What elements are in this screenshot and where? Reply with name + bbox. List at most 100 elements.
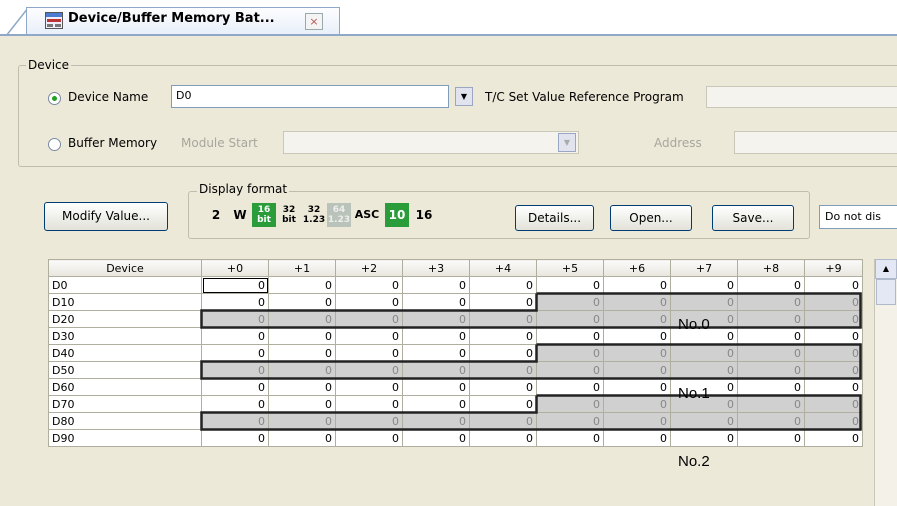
value-cell[interactable]: 0 xyxy=(201,361,269,379)
column-header[interactable]: +9 xyxy=(804,259,863,277)
module-start-input[interactable] xyxy=(283,131,579,154)
device-name-radio[interactable] xyxy=(48,92,61,105)
device-cell[interactable]: D0 xyxy=(48,276,202,294)
value-cell[interactable]: 0 xyxy=(603,276,671,294)
value-cell[interactable]: 0 xyxy=(469,276,537,294)
scroll-thumb[interactable] xyxy=(876,279,896,305)
value-cell[interactable]: 0 xyxy=(268,327,336,345)
format-ascii-button[interactable]: ASC xyxy=(352,203,382,227)
format-decimal-button[interactable]: 10 xyxy=(385,203,409,227)
value-cell[interactable]: 0 xyxy=(402,276,470,294)
value-cell[interactable]: 0 xyxy=(536,344,604,362)
value-cell[interactable]: 0 xyxy=(268,293,336,311)
value-cell[interactable]: 0 xyxy=(603,310,671,328)
device-cell[interactable]: D40 xyxy=(48,344,202,362)
value-cell[interactable]: 0 xyxy=(536,412,604,430)
value-cell[interactable]: 0 xyxy=(201,395,269,413)
value-cell[interactable]: 0 xyxy=(536,293,604,311)
value-cell[interactable]: 0 xyxy=(737,310,805,328)
value-cell[interactable]: 0 xyxy=(737,276,805,294)
value-cell[interactable]: 0 xyxy=(201,293,269,311)
address-input[interactable] xyxy=(734,131,897,154)
value-cell[interactable]: 0 xyxy=(804,361,863,379)
value-cell[interactable]: 0 xyxy=(402,395,470,413)
details-button[interactable]: Details... xyxy=(515,205,594,231)
column-header[interactable]: +0 xyxy=(201,259,269,277)
value-cell[interactable]: 0 xyxy=(469,310,537,328)
value-cell[interactable]: 0 xyxy=(536,310,604,328)
value-cell[interactable]: 0 xyxy=(603,361,671,379)
close-icon[interactable]: × xyxy=(305,13,323,30)
format-32real-button[interactable]: 32 1.23 xyxy=(302,203,326,227)
value-cell[interactable]: 0 xyxy=(201,378,269,396)
device-name-input[interactable]: D0 xyxy=(171,85,449,108)
value-cell[interactable]: 0 xyxy=(335,378,403,396)
value-cell[interactable]: 0 xyxy=(737,429,805,447)
format-hex-button[interactable]: 16 xyxy=(412,203,436,227)
value-cell[interactable]: 0 xyxy=(469,293,537,311)
format-64real-button[interactable]: 64 1.23 xyxy=(327,203,351,227)
value-cell[interactable]: 0 xyxy=(335,310,403,328)
value-cell[interactable]: 0 xyxy=(268,344,336,362)
device-cell[interactable]: D20 xyxy=(48,310,202,328)
value-cell[interactable]: 0 xyxy=(804,378,863,396)
column-header[interactable]: +3 xyxy=(402,259,470,277)
value-cell[interactable]: 0 xyxy=(536,361,604,379)
column-header[interactable]: +4 xyxy=(469,259,537,277)
value-cell[interactable]: 0 xyxy=(670,429,738,447)
value-cell[interactable]: 0 xyxy=(469,327,537,345)
tc-reference-input[interactable] xyxy=(706,86,897,108)
value-cell[interactable]: 0 xyxy=(737,293,805,311)
value-cell[interactable]: 0 xyxy=(804,429,863,447)
value-cell[interactable]: 0 xyxy=(804,395,863,413)
value-cell[interactable]: 0 xyxy=(469,412,537,430)
value-cell[interactable]: 0 xyxy=(536,395,604,413)
value-cell[interactable]: 0 xyxy=(804,293,863,311)
value-cell[interactable]: 0 xyxy=(603,293,671,311)
value-cell[interactable]: 0 xyxy=(268,429,336,447)
value-cell[interactable]: 0 xyxy=(804,344,863,362)
value-cell[interactable]: 0 xyxy=(402,412,470,430)
value-cell[interactable]: 0 xyxy=(201,310,269,328)
device-cell[interactable]: D90 xyxy=(48,429,202,447)
value-cell[interactable]: 0 xyxy=(603,378,671,396)
value-cell[interactable]: 0 xyxy=(201,276,269,294)
value-cell[interactable]: 0 xyxy=(268,395,336,413)
value-cell[interactable]: 0 xyxy=(268,276,336,294)
buffer-memory-radio[interactable] xyxy=(48,138,61,151)
value-cell[interactable]: 0 xyxy=(335,429,403,447)
open-button[interactable]: Open... xyxy=(610,205,692,231)
value-cell[interactable]: 0 xyxy=(536,276,604,294)
device-name-dropdown-icon[interactable]: ▼ xyxy=(455,87,473,106)
value-cell[interactable]: 0 xyxy=(737,395,805,413)
value-cell[interactable]: 0 xyxy=(402,429,470,447)
value-cell[interactable]: 0 xyxy=(737,378,805,396)
device-cell[interactable]: D10 xyxy=(48,293,202,311)
value-cell[interactable]: 0 xyxy=(469,395,537,413)
save-button[interactable]: Save... xyxy=(712,205,794,231)
value-cell[interactable]: 0 xyxy=(670,293,738,311)
value-cell[interactable]: 0 xyxy=(536,327,604,345)
value-cell[interactable]: 0 xyxy=(603,395,671,413)
value-cell[interactable]: 0 xyxy=(335,327,403,345)
scroll-up-icon[interactable]: ▲ xyxy=(875,259,897,279)
value-cell[interactable]: 0 xyxy=(804,276,863,294)
value-cell[interactable]: 0 xyxy=(268,412,336,430)
value-cell[interactable]: 0 xyxy=(469,361,537,379)
value-cell[interactable]: 0 xyxy=(402,361,470,379)
value-cell[interactable]: 0 xyxy=(670,344,738,362)
format-16bit-button[interactable]: 16 bit xyxy=(252,203,276,227)
value-cell[interactable]: 0 xyxy=(402,310,470,328)
value-cell[interactable]: 0 xyxy=(804,412,863,430)
value-cell[interactable]: 0 xyxy=(201,327,269,345)
value-cell[interactable]: 0 xyxy=(402,293,470,311)
value-cell[interactable]: 0 xyxy=(201,344,269,362)
format-32bit-button[interactable]: 32 bit xyxy=(277,203,301,227)
column-header[interactable]: +8 xyxy=(737,259,805,277)
device-cell[interactable]: D30 xyxy=(48,327,202,345)
value-cell[interactable]: 0 xyxy=(402,344,470,362)
value-cell[interactable]: 0 xyxy=(737,412,805,430)
value-cell[interactable]: 0 xyxy=(536,378,604,396)
device-cell[interactable]: D70 xyxy=(48,395,202,413)
value-cell[interactable]: 0 xyxy=(335,344,403,362)
